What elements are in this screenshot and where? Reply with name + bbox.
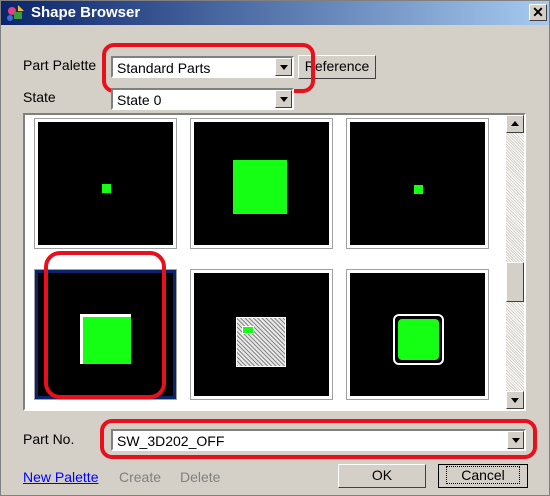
rounded-green-button-part[interactable] (346, 269, 489, 400)
close-icon: ✕ (532, 4, 544, 20)
delete-link: Delete (180, 469, 221, 485)
chevron-down-icon[interactable] (275, 58, 292, 76)
small-green-square-part-2[interactable] (346, 118, 489, 249)
part-no-label: Part No. (23, 431, 75, 447)
part-no-dropdown[interactable]: SW_3D202_OFF (111, 429, 526, 451)
state-label: State (23, 89, 56, 105)
title-bar[interactable]: Shape Browser ✕ (1, 1, 549, 25)
shape-browser-window: Shape Browser ✕ Part Palette Standard Pa… (0, 0, 550, 496)
create-link: Create (119, 469, 162, 485)
app-icon (7, 5, 24, 21)
close-button[interactable]: ✕ (529, 4, 547, 21)
scroll-down-arrow-icon[interactable] (506, 391, 524, 409)
part-palette-dropdown[interactable]: Standard Parts (111, 56, 294, 78)
shape-grid (23, 113, 526, 411)
state-value: State 0 (117, 92, 162, 108)
vertical-scrollbar[interactable] (506, 115, 524, 409)
new-palette-link[interactable]: New Palette (23, 469, 98, 485)
state-dropdown[interactable]: State 0 (111, 88, 294, 110)
cancel-button[interactable]: Cancel (438, 464, 528, 488)
chevron-down-icon[interactable] (507, 431, 524, 449)
sw-3d202-off-part[interactable] (34, 269, 177, 400)
window-title: Shape Browser (31, 4, 141, 21)
part-palette-value: Standard Parts (117, 60, 211, 76)
scroll-up-arrow-icon[interactable] (506, 115, 524, 133)
small-green-square-part[interactable] (34, 118, 177, 249)
dithered-switch-part[interactable] (190, 269, 333, 400)
part-palette-label: Part Palette (23, 57, 97, 73)
part-no-value: SW_3D202_OFF (117, 433, 225, 449)
scrollbar-thumb[interactable] (506, 262, 524, 302)
large-green-square-part[interactable] (190, 118, 333, 249)
reference-button[interactable]: Reference (298, 55, 376, 79)
ok-button[interactable]: OK (338, 464, 426, 488)
chevron-down-icon[interactable] (275, 90, 292, 108)
